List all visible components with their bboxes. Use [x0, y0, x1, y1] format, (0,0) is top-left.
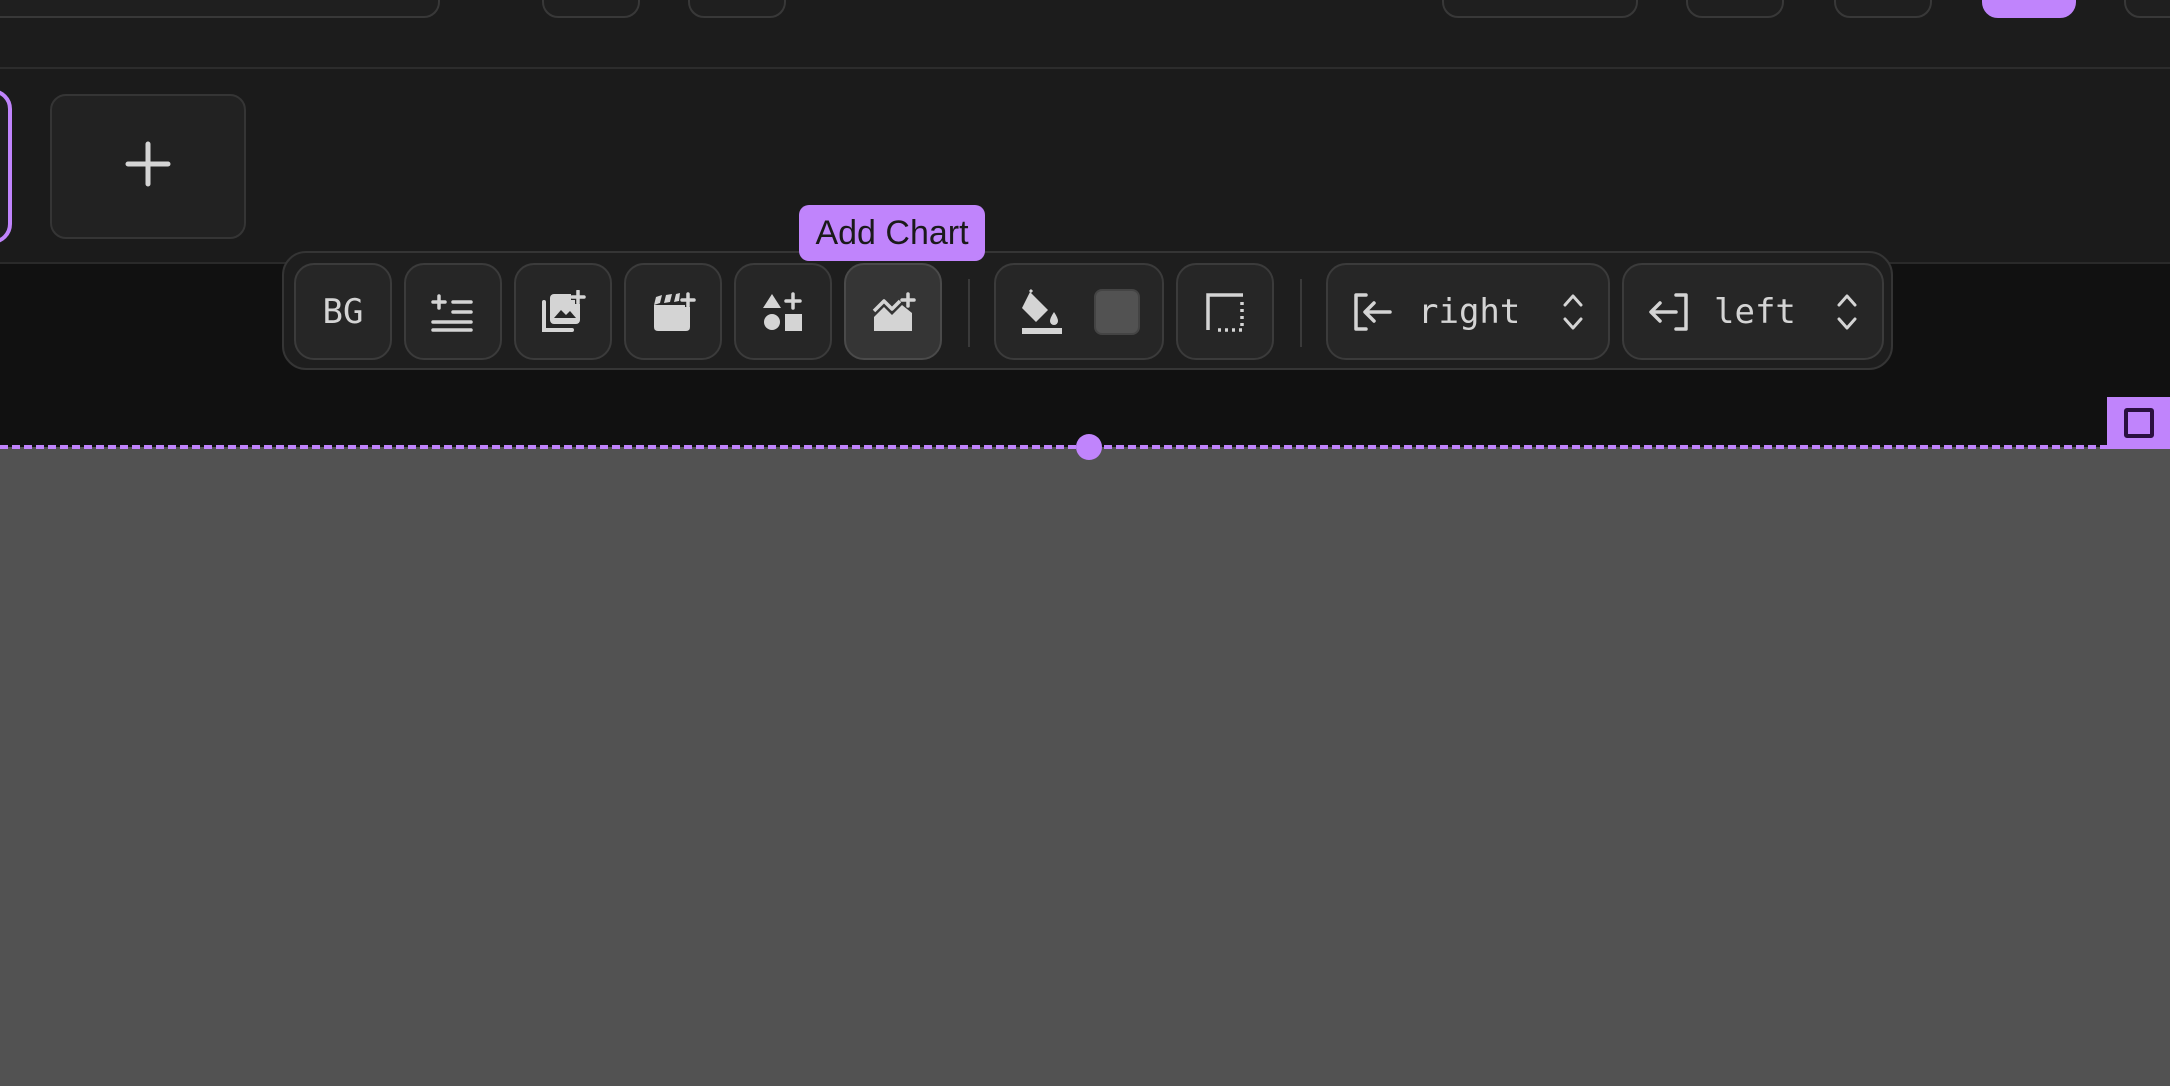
add-chart-tooltip: Add Chart — [799, 205, 985, 261]
add-shape-icon — [761, 290, 805, 334]
top-button-stub[interactable] — [688, 0, 786, 18]
top-button-stub[interactable] — [1834, 0, 1932, 18]
slide-thumbnail-selected[interactable] — [0, 89, 12, 244]
up-down-chevron-icon[interactable] — [1836, 291, 1858, 333]
exit-arrow-icon — [1648, 292, 1690, 332]
add-chart-button[interactable] — [844, 263, 942, 360]
background-button-label: BG — [322, 291, 364, 332]
toolbar-divider — [968, 279, 970, 347]
corner-handle[interactable] — [2107, 397, 2170, 449]
resize-handle[interactable] — [1076, 434, 1102, 460]
add-chart-icon — [870, 291, 916, 333]
top-input-stub[interactable] — [0, 0, 440, 18]
text-align-icon — [431, 292, 475, 332]
fill-color-swatch[interactable] — [1094, 288, 1140, 335]
slides-strip — [0, 69, 2170, 264]
exit-transition-value: left — [1714, 291, 1796, 332]
top-button-stub[interactable] — [542, 0, 640, 18]
top-button-stub[interactable] — [1686, 0, 1784, 18]
add-image-icon — [540, 289, 586, 334]
enter-transition-stepper[interactable]: right — [1326, 263, 1610, 360]
slide-toolbar: BG right left — [282, 251, 1893, 370]
add-text-button[interactable] — [404, 263, 502, 360]
top-button-stub[interactable] — [2124, 0, 2170, 18]
add-video-button[interactable] — [624, 263, 722, 360]
top-app-bar — [0, 0, 2170, 69]
add-shape-button[interactable] — [734, 263, 832, 360]
slide-boundary-guide — [0, 445, 2108, 449]
border-style-button[interactable] — [1176, 263, 1274, 360]
exit-transition-stepper[interactable]: left — [1622, 263, 1884, 360]
enter-arrow-icon — [1352, 292, 1394, 332]
square-icon — [2123, 408, 2154, 438]
add-slide-button[interactable] — [50, 94, 246, 239]
border-style-icon — [1205, 292, 1245, 332]
add-video-icon — [650, 291, 696, 333]
top-primary-button-stub[interactable] — [1982, 0, 2076, 18]
background-button[interactable]: BG — [294, 263, 392, 360]
fill-color-button[interactable] — [994, 263, 1164, 360]
paint-bucket-icon — [1020, 288, 1064, 336]
up-down-chevron-icon[interactable] — [1562, 291, 1584, 333]
enter-transition-value: right — [1418, 291, 1521, 332]
add-image-button[interactable] — [514, 263, 612, 360]
plus-icon — [124, 140, 172, 193]
top-button-stub[interactable] — [1442, 0, 1638, 18]
toolbar-divider — [1300, 279, 1302, 347]
